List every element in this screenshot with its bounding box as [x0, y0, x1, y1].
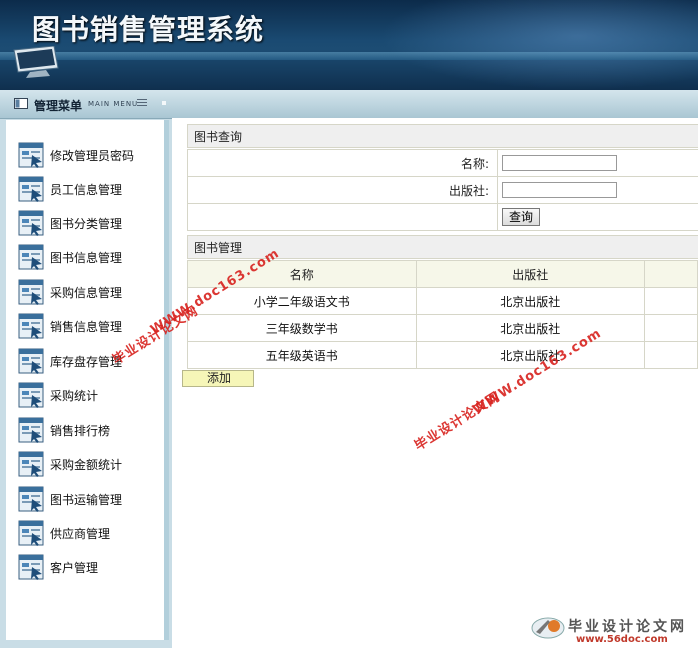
book-name-cell: 五年级英语书 — [187, 341, 417, 369]
sidebar-item-purchases[interactable]: 采购信息管理 — [18, 277, 158, 307]
sidebar-item-change-password[interactable]: 修改管理员密码 — [18, 140, 158, 170]
menu-lines-icon — [137, 99, 147, 106]
app-window-icon — [18, 348, 44, 374]
sidebar-item-label: 采购信息管理 — [50, 285, 123, 300]
publisher-cell: 北京出版社 — [415, 314, 646, 342]
name-input[interactable] — [502, 155, 617, 171]
book-name-cell: 三年级数学书 — [187, 314, 417, 342]
sidebar-item-suppliers[interactable]: 供应商管理 — [18, 518, 158, 548]
app-window-icon — [18, 554, 44, 580]
publisher-cell: 北京出版社 — [415, 341, 646, 369]
sidebar-item-label: 图书信息管理 — [50, 250, 123, 265]
sidebar-item-label: 采购金额统计 — [50, 457, 123, 472]
app-window-icon — [18, 279, 44, 305]
menu-window-icon — [14, 98, 28, 109]
menu-title: 管理菜单 — [34, 99, 83, 113]
corner-logo: 毕业设计论文网 www.56doc.com — [528, 612, 684, 645]
main-content: 图书查询 名称: 出版社: 查询 图书管理 名称 出版社 小学二年级语文书 北京… — [172, 118, 698, 648]
logo-url: www.56doc.com — [576, 634, 668, 645]
name-field-cell — [497, 149, 698, 177]
sidebar-item-label: 员工信息管理 — [50, 182, 123, 197]
logo-text: 毕业设计论文网 — [568, 619, 687, 635]
sidebar: 修改管理员密码 员工信息管理 图书分类管理 图书信息管理 采购信息管理 销售信息… — [6, 120, 169, 640]
app-window-icon — [18, 313, 44, 339]
sidebar-item-purchase-stats[interactable]: 采购统计 — [18, 380, 158, 410]
actions-cell — [644, 287, 698, 315]
sidebar-item-books[interactable]: 图书信息管理 — [18, 242, 158, 272]
publisher-input[interactable] — [502, 182, 617, 198]
app-window-icon — [18, 176, 44, 202]
header-stripe — [0, 52, 698, 60]
name-label: 名称: — [187, 149, 498, 177]
books-table: 名称 出版社 小学二年级语文书 北京出版社 三年级数学书 北京出版社 五年级英语… — [187, 260, 698, 369]
sidebar-item-label: 采购统计 — [50, 388, 99, 403]
sidebar-item-shipping[interactable]: 图书运输管理 — [18, 484, 158, 514]
column-header: 出版社 — [415, 260, 646, 288]
sidebar-item-purchase-amount[interactable]: 采购金额统计 — [18, 449, 158, 479]
sidebar-item-employees[interactable]: 员工信息管理 — [18, 174, 158, 204]
table-row[interactable]: 三年级数学书 北京出版社 — [187, 314, 698, 342]
sidebar-item-customers[interactable]: 客户管理 — [18, 552, 158, 582]
empty-cell — [187, 203, 498, 231]
menu-subtitle: MAIN MENU — [88, 100, 139, 108]
menu-bar: 管理菜单 MAIN MENU — [0, 90, 698, 119]
sidebar-item-label: 客户管理 — [50, 560, 99, 575]
table-row[interactable]: 五年级英语书 北京出版社 — [187, 341, 698, 369]
app-title: 图书销售管理系统 — [32, 13, 265, 46]
sidebar-item-sales-ranking[interactable]: 销售排行榜 — [18, 415, 158, 445]
add-button[interactable]: 添加 — [182, 370, 254, 387]
app-window-icon — [18, 244, 44, 270]
sidebar-item-label: 销售排行榜 — [50, 423, 111, 438]
app-window-icon — [18, 451, 44, 477]
app-window-icon — [18, 210, 44, 236]
table-row[interactable]: 小学二年级语文书 北京出版社 — [187, 287, 698, 315]
logo-badge-icon — [531, 617, 565, 639]
monitor-icon — [13, 46, 59, 78]
sidebar-item-label: 供应商管理 — [50, 526, 111, 541]
app-window-icon — [18, 486, 44, 512]
actions-cell — [644, 341, 698, 369]
sidebar-item-label: 修改管理员密码 — [50, 148, 135, 163]
menu-dot — [162, 101, 166, 105]
search-button[interactable]: 查询 — [502, 208, 541, 226]
header-glow — [380, 0, 698, 90]
actions-cell — [644, 314, 698, 342]
sidebar-item-categories[interactable]: 图书分类管理 — [18, 208, 158, 238]
publisher-field-cell — [497, 176, 698, 204]
publisher-cell: 北京出版社 — [415, 287, 646, 315]
sidebar-item-label: 图书运输管理 — [50, 492, 123, 507]
sidebar-item-label: 图书分类管理 — [50, 216, 123, 231]
app-window-icon — [18, 142, 44, 168]
publisher-label: 出版社: — [187, 176, 498, 204]
sidebar-item-label: 销售信息管理 — [50, 319, 123, 334]
app-header: 图书销售管理系统 — [0, 0, 698, 90]
query-panel-title: 图书查询 — [187, 124, 698, 148]
app-window-icon — [18, 382, 44, 408]
search-cell: 查询 — [497, 203, 698, 231]
column-header-empty — [644, 260, 698, 288]
query-form: 名称: 出版社: 查询 — [187, 149, 698, 231]
app-window-icon — [18, 417, 44, 443]
app-window-icon — [18, 520, 44, 546]
